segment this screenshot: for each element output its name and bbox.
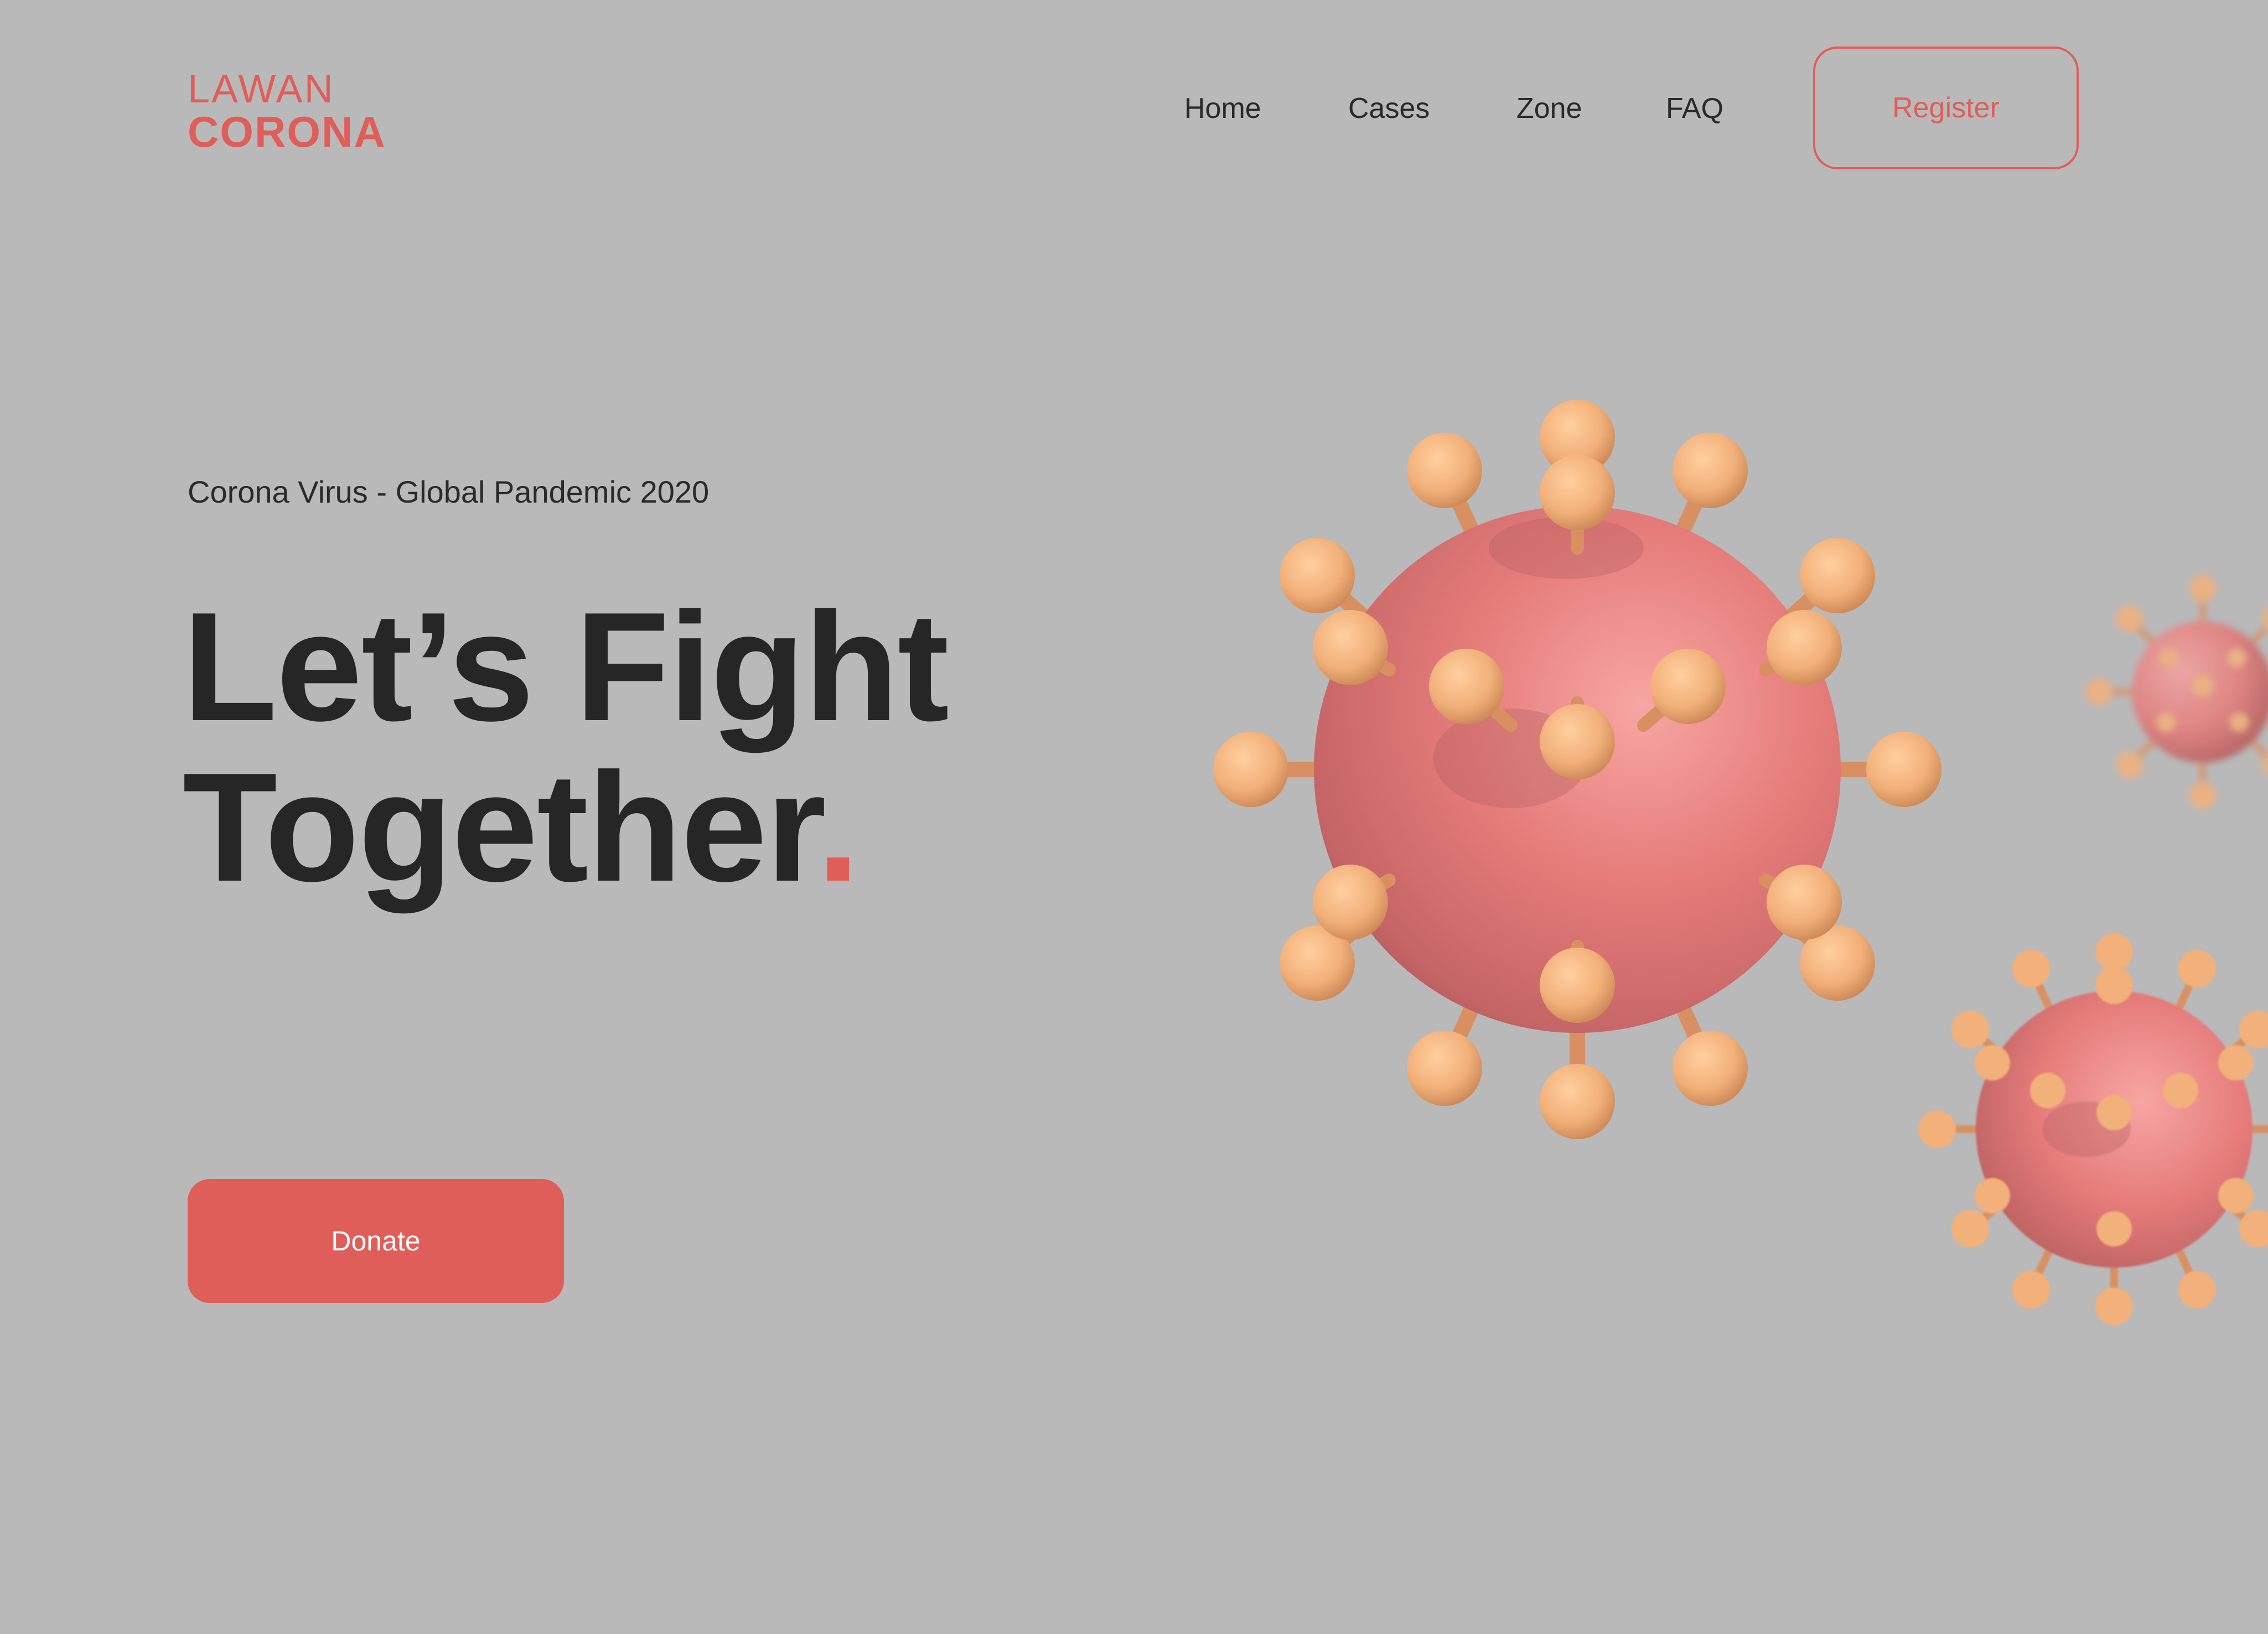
landing-page: LAWAN CORONA Home Cases Zone FAQ Registe… [0, 0, 2268, 1634]
headline-line-2: Together. [183, 747, 948, 908]
register-button[interactable]: Register [1813, 46, 2079, 169]
headline-line-2-text: Together [183, 741, 818, 914]
nav-item-faq[interactable]: FAQ [1666, 92, 1723, 125]
nav-item-zone[interactable]: Zone [1516, 92, 1582, 125]
nav-item-home[interactable]: Home [1184, 92, 1261, 125]
headline-line-1: Let’s Fight [183, 581, 949, 753]
logo-line-bottom: CORONA [188, 107, 386, 156]
headline-accent-dot: . [816, 741, 860, 914]
hero-headline: Let’s Fight Together. [183, 581, 949, 908]
logo[interactable]: LAWAN CORONA [188, 69, 386, 153]
hero-subtitle: Corona Virus - Global Pandemic 2020 [188, 474, 710, 509]
virus-icon [2085, 575, 2268, 809]
logo-line-top: LAWAN [188, 67, 335, 111]
virus-icon [1918, 933, 2268, 1325]
donate-button[interactable]: Donate [188, 1179, 564, 1303]
virus-icon [1213, 400, 1941, 1139]
nav-item-cases[interactable]: Cases [1348, 92, 1430, 125]
